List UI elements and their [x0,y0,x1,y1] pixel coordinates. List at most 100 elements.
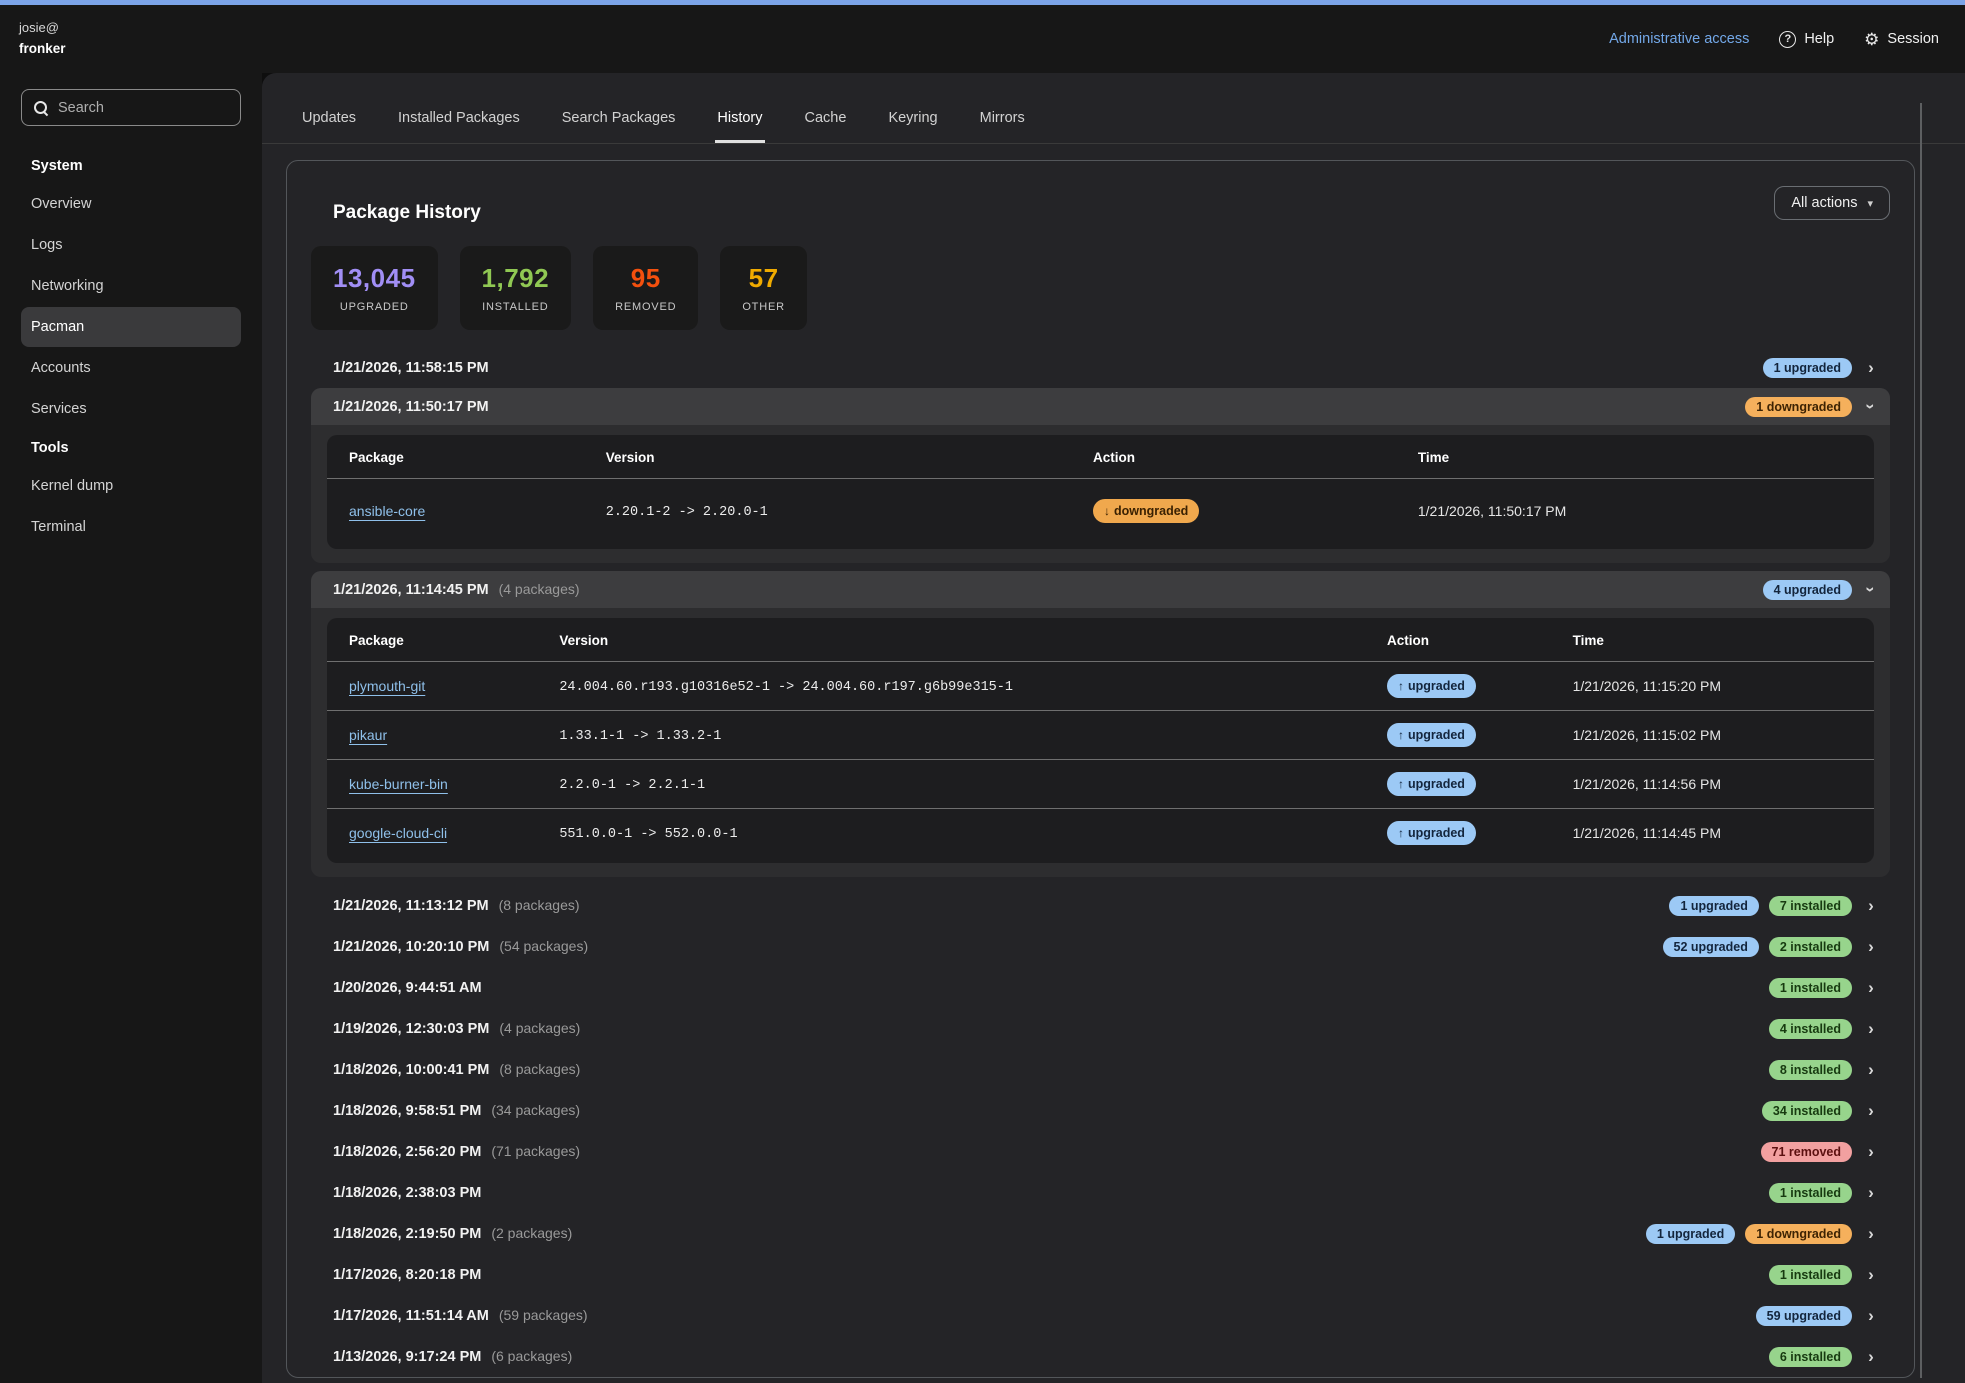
stat-card-installed: 1,792 INSTALLED [460,246,572,330]
history-package-count: (6 packages) [491,1348,572,1364]
history-row[interactable]: 1/21/2026, 10:20:10 PM (54 packages) 52 up… [311,926,1890,967]
package-link[interactable]: pikaur [349,727,387,743]
history-package-count: (4 packages) [499,1020,580,1036]
stat-value: 1,792 [482,263,550,294]
help-icon: ? [1779,31,1796,48]
history-row-badges: 34 installed› [1762,1101,1880,1121]
sidebar-item-accounts[interactable]: Accounts [21,348,241,388]
tab-keyring[interactable]: Keyring [886,110,939,143]
count-badge-downgraded: 1 downgraded [1745,397,1852,417]
column-header-version: Version [551,620,1379,662]
sidebar-item-networking[interactable]: Networking [21,266,241,306]
history-row-header[interactable]: 1/21/2026, 11:14:45 PM(4 packages)4 upgr… [311,571,1890,608]
tab-bar: Updates Installed Packages Search Packages… [262,73,1965,144]
tab-cache[interactable]: Cache [803,110,849,143]
history-row[interactable]: 1/17/2026, 8:20:18 PM 1 installed› [311,1254,1890,1295]
package-link[interactable]: google-cloud-cli [349,825,447,841]
sidebar-search[interactable] [21,89,241,126]
history-row[interactable]: 1/18/2026, 2:38:03 PM1 installed› [311,1172,1890,1213]
tab-history[interactable]: History [715,110,764,143]
help-menu[interactable]: ? Help [1779,31,1834,48]
stats-row: 13,045UPGRADED1,792INSTALLED95REMOVED57O… [311,246,1890,330]
administrative-access-link[interactable]: Administrative access [1609,31,1749,47]
sidebar-item-services[interactable]: Services [21,389,241,429]
package-version: 24.004.60.r193.g10316e52-1 -> 24.004.60.… [559,680,1013,695]
history-row[interactable]: 1/13/2026, 11:56:06 AM(4 packages)4 inst… [311,1377,1890,1378]
history-row-badges: 71 removed› [1761,1142,1880,1162]
history-row-header[interactable]: 1/21/2026, 11:50:17 PM1 downgraded› [311,388,1890,425]
sidebar-group-heading: Tools [21,430,241,466]
sidebar-item-kernel-dump[interactable]: Kernel dump [21,466,241,506]
history-package-count: (54 packages) [499,938,588,954]
tab-mirrors[interactable]: Mirrors [978,110,1027,143]
arrow-up-icon: ↑ [1398,826,1404,840]
session-menu[interactable]: ⚙ Session [1864,31,1939,48]
package-version: 2.20.1-2 -> 2.20.0-1 [606,505,768,520]
all-actions-dropdown[interactable]: All actions ▾ [1774,186,1890,220]
masthead-hostname: fronker [19,39,66,60]
history-date: 1/18/2026, 2:19:50 PM [333,1226,481,1242]
history-row-label: 1/21/2026, 11:58:15 PM [333,360,489,376]
history-row[interactable]: 1/18/2026, 2:56:20 PM(71 packages)71 rem… [311,1131,1890,1172]
history-date: 1/21/2026, 11:50:17 PM [333,399,489,415]
package-link[interactable]: kube-burner-bin [349,776,448,792]
history-row[interactable]: 1/18/2026, 10:00:41 PM(8 packages)8 inst… [311,1049,1890,1090]
history-row[interactable]: 1/20/2026, 9:44:51 AM1 installed› [311,967,1890,1008]
history-row[interactable]: 1/18/2026, 2:19:50 PM(2 packages)1 upgra… [311,1213,1890,1254]
history-date: 1/13/2026, 9:17:24 PM [333,1349,481,1365]
sidebar: SystemOverviewLogsNetworkingPacmanAccoun… [0,73,262,1383]
tab-search-packages[interactable]: Search Packages [560,110,678,143]
history-row-label: 1/18/2026, 10:00:41 PM(8 packages) [333,1061,580,1078]
history-row[interactable]: 1/21/2026, 11:13:12 PM(8 packages)1 upgr… [311,885,1890,926]
history-row-badges: 52 upgraded2 installed› [1663,937,1880,957]
history-row[interactable]: 1/18/2026, 9:58:51 PM(34 packages) 34 ins… [311,1090,1890,1131]
tab-updates[interactable]: Updates [300,110,358,143]
table-row: kube-burner-bin2.2.0-1 -> 2.2.1-1↑upgrad… [327,760,1874,809]
package-version: 2.2.0-1 -> 2.2.1-1 [559,778,705,793]
sidebar-item-overview[interactable]: Overview [21,184,241,224]
chevron-right-icon: › [1862,1020,1880,1037]
package-version: 551.0.0-1 -> 552.0.0-1 [559,827,737,842]
history-row-label: 1/18/2026, 9:58:51 PM(34 packages) [333,1102,580,1119]
chevron-right-icon: › [1862,979,1880,996]
package-link[interactable]: ansible-core [349,503,425,519]
chevron-down-icon: › [1863,581,1880,599]
scrollbar[interactable] [1920,103,1922,1378]
package-link[interactable]: plymouth-git [349,678,425,694]
history-row-label: 1/20/2026, 9:44:51 AM [333,980,482,996]
action-label: upgraded [1408,728,1465,742]
arrow-down-icon: ↓ [1104,504,1110,518]
column-header-package: Package [327,437,598,479]
history-date: 1/21/2026, 11:14:45 PM [333,582,489,598]
masthead: josie@ fronker Administrative access ? H… [0,5,1965,73]
history-row-badges: 1 installed› [1769,1265,1880,1285]
history-date: 1/17/2026, 11:51:14 AM [333,1308,489,1324]
history-date: 1/21/2026, 10:20:10 PM [333,939,489,955]
history-package-count: (59 packages) [499,1307,588,1323]
history-row-label: 1/18/2026, 2:19:50 PM(2 packages) [333,1225,572,1242]
history-row[interactable]: 1/19/2026, 12:30:03 PM(4 packages)4 inst… [311,1008,1890,1049]
history-row[interactable]: 1/21/2026, 11:58:15 PM1 upgraded› [311,347,1890,388]
sidebar-item-pacman[interactable]: Pacman [21,307,241,347]
sidebar-item-logs[interactable]: Logs [21,225,241,265]
tab-installed-packages[interactable]: Installed Packages [396,110,522,143]
stat-value: 95 [615,263,676,294]
count-badge-upgraded: 52 upgraded [1663,937,1759,957]
masthead-username: josie@ [19,18,66,38]
chevron-down-icon: ▾ [1867,197,1873,210]
stat-value: 57 [742,263,785,294]
package-time: 1/21/2026, 11:15:02 PM [1565,711,1874,760]
stat-label: INSTALLED [482,301,550,313]
history-row-label: 1/18/2026, 2:38:03 PM [333,1185,481,1201]
search-input[interactable] [58,100,228,116]
count-badge-installed: 34 installed [1762,1101,1852,1121]
history-row[interactable]: 1/13/2026, 9:17:24 PM(6 packages)6 insta… [311,1336,1890,1377]
table-row: google-cloud-cli551.0.0-1 -> 552.0.0-1↑u… [327,809,1874,858]
history-row[interactable]: 1/17/2026, 11:51:14 AM(59 packages)59 up… [311,1295,1890,1336]
history-row-label: 1/17/2026, 8:20:18 PM [333,1267,481,1283]
chevron-right-icon: › [1862,1225,1880,1242]
chevron-right-icon: › [1862,1266,1880,1283]
history-package-count: (8 packages) [499,1061,580,1077]
history-date: 1/17/2026, 8:20:18 PM [333,1267,481,1283]
sidebar-item-terminal[interactable]: Terminal [21,507,241,547]
